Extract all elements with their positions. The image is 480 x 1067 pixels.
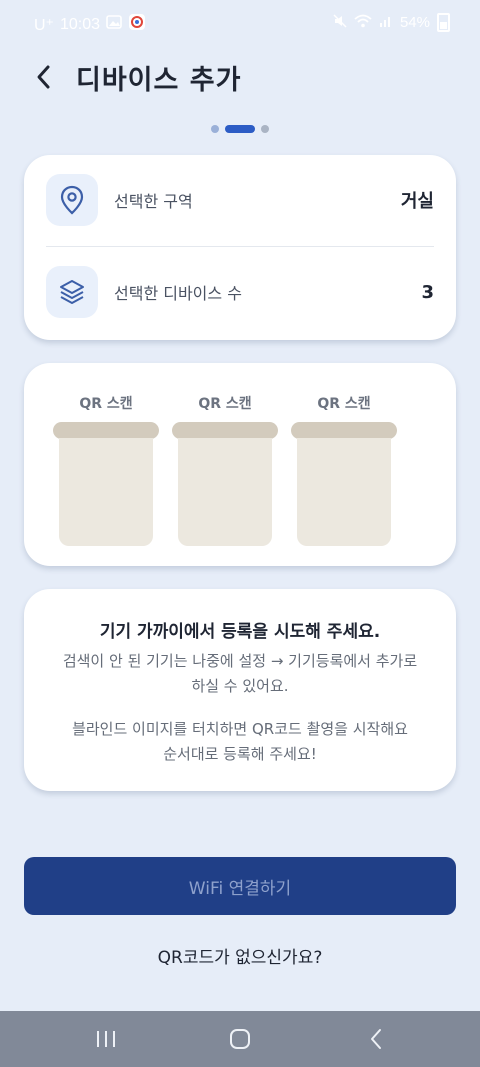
- blind-bar: [172, 422, 278, 439]
- recent-apps-button[interactable]: [86, 1025, 126, 1053]
- back-button[interactable]: [26, 60, 60, 94]
- wifi-icon: [354, 14, 372, 32]
- qr-scan-card: QR 스캔 QR 스캔 QR 스캔: [24, 363, 456, 566]
- qr-scan-label: QR 스캔: [198, 396, 252, 412]
- recent-apps-icon: [97, 1031, 115, 1047]
- blind-image[interactable]: [297, 438, 391, 546]
- home-icon: [230, 1029, 250, 1049]
- battery-icon: [437, 13, 450, 32]
- selected-zone-label: 선택한 구역: [114, 192, 193, 211]
- selection-summary-card: 선택한 구역 거실 선택한 디바이스 수 3: [24, 155, 456, 340]
- blind-bar: [291, 422, 397, 439]
- layers-icon: [46, 266, 98, 318]
- selected-zone-row: 선택한 구역 거실: [46, 155, 434, 245]
- no-qr-code-link[interactable]: QR코드가 없으신가요?: [0, 943, 480, 968]
- blind-image[interactable]: [59, 438, 153, 546]
- blind-image[interactable]: [178, 438, 272, 546]
- info-title: 기기 가까이에서 등록을 시도해 주세요.: [99, 622, 381, 642]
- step-dot-active: [225, 125, 255, 133]
- page-title: 디바이스 추가: [76, 65, 242, 96]
- status-left: U⁺ 10:03: [34, 13, 146, 36]
- battery-percent: 54%: [399, 14, 430, 31]
- step-dot: [211, 125, 219, 133]
- info-line: 검색이 안 된 기기는 나중에 설정 → 기기등록에서 추가로: [62, 652, 418, 670]
- qr-scan-label: QR 스캔: [317, 396, 371, 412]
- mute-icon: [333, 13, 347, 32]
- selected-device-count-row: 선택한 디바이스 수 3: [46, 247, 434, 337]
- signal-icon: [379, 14, 393, 32]
- app-notification-icon: [128, 13, 146, 36]
- selected-zone-value: 거실: [400, 191, 434, 212]
- blind-bar: [53, 422, 159, 439]
- app-header: 디바이스 추가: [0, 48, 480, 108]
- status-bar: U⁺ 10:03 54%: [0, 0, 480, 48]
- info-line: 순서대로 등록해 주세요!: [163, 745, 317, 763]
- chevron-left-icon: [37, 65, 50, 89]
- qr-slot[interactable]: QR 스캔: [172, 393, 278, 546]
- location-pin-icon: [46, 174, 98, 226]
- qr-slot[interactable]: QR 스캔: [291, 393, 397, 546]
- carrier-label: U⁺: [34, 16, 54, 34]
- system-navigation-bar: [0, 1011, 480, 1067]
- info-text: 검색이 안 된 기기는 나중에 설정 → 기기등록에서 추가로 하실 수 있어요…: [24, 649, 456, 699]
- wifi-connect-button[interactable]: WiFi 연결하기: [24, 857, 456, 915]
- qr-slot[interactable]: QR 스캔: [53, 393, 159, 546]
- status-right: 54%: [333, 13, 450, 32]
- selected-device-count-label: 선택한 디바이스 수: [114, 284, 242, 303]
- info-line: 블라인드 이미지를 터치하면 QR코드 촬영을 시작해요: [72, 720, 408, 738]
- info-text: 블라인드 이미지를 터치하면 QR코드 촬영을 시작해요 순서대로 등록해 주세…: [24, 717, 456, 767]
- gallery-icon: [106, 15, 122, 34]
- step-indicator: [0, 125, 480, 133]
- registration-info-card: 기기 가까이에서 등록을 시도해 주세요. 검색이 안 된 기기는 나중에 설정…: [24, 589, 456, 791]
- home-button[interactable]: [220, 1025, 260, 1053]
- back-arrow-icon: [371, 1029, 381, 1049]
- qr-scan-label: QR 스캔: [79, 396, 133, 412]
- clock: 10:03: [60, 15, 101, 33]
- info-line: 하실 수 있어요.: [191, 677, 289, 695]
- step-dot: [261, 125, 269, 133]
- selected-device-count-value: 3: [421, 281, 434, 303]
- system-back-button[interactable]: [356, 1025, 396, 1053]
